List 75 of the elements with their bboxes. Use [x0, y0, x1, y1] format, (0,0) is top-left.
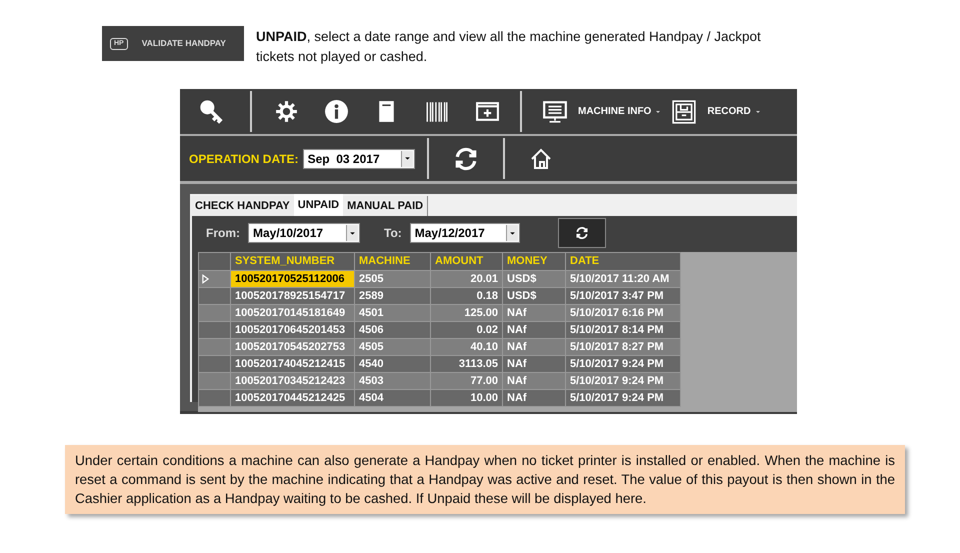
info-icon[interactable] [324, 99, 349, 124]
table-cell: 5/10/2017 3:47 PM [566, 288, 680, 304]
from-label: From: [206, 225, 240, 242]
dropdown-arrow-icon [349, 230, 356, 236]
dropdown-arrow-icon [404, 155, 411, 162]
table-cell: NAf [502, 356, 566, 372]
table-cell: 125.00 [430, 304, 502, 322]
column-header: SYSTEM_NUMBER [230, 252, 354, 270]
row-header[interactable] [198, 270, 230, 288]
tab[interactable]: UNPAID [294, 194, 344, 216]
dropdown-arrow-icon [508, 230, 516, 236]
settings-icon[interactable] [274, 99, 299, 124]
refresh-button[interactable] [558, 218, 606, 248]
table-cell: NAf [502, 372, 566, 390]
table-cell: 5/10/2017 9:24 PM [566, 372, 680, 390]
table-cell: 4504 [354, 390, 430, 406]
table-cell: 3113.05 [430, 356, 502, 372]
note-text: Under certain conditions a machine can also generate a Handpay when no ticket printer is installed or enabled. When the machine is reset a command is sent by the machine indicating that a Handpay was active and reset. The value of this payout is then shown in the Cashier application as a Handpay waiting to be cashed. If Unpaid these will be displayed here. [65, 445, 905, 514]
description-text: UNPAID, select a date range and view all the machine generated Handpay / Jackpot tickets not played or cashed. [256, 28, 762, 66]
tab[interactable]: CHECK HANDPAY [191, 196, 294, 216]
menu-item[interactable]: RECORD [707, 104, 751, 119]
table-cell: NAf [502, 304, 566, 322]
table-cell: 100520170525112006 [230, 270, 354, 288]
table-cell: 5/10/2017 11:20 AM [566, 270, 680, 288]
to-label: To: [384, 225, 402, 242]
column-header: DATE [566, 252, 680, 270]
caret-icon [754, 108, 761, 114]
column-header: MACHINE [354, 252, 430, 270]
table-cell: 2505 [354, 270, 430, 288]
table-cell: USD$ [502, 288, 566, 304]
from-date-field[interactable]: May/10/2017 [248, 223, 360, 243]
drawer-icon[interactable] [671, 98, 698, 124]
row-pointer-icon [201, 272, 210, 285]
button-label: VALIDATE HANDPAY [142, 37, 226, 50]
tab[interactable]: MANUAL PAID [343, 196, 428, 216]
table-cell: 4501 [354, 304, 430, 322]
table-cell: 100520174045212415 [230, 356, 354, 372]
table-cell: 5/10/2017 8:14 PM [566, 322, 680, 338]
table-cell: 100520170545202753 [230, 338, 354, 356]
operation-date-label: OPERATION DATE: [189, 150, 299, 168]
add-window-icon[interactable] [475, 99, 500, 124]
table-cell: 100520170145181649 [230, 304, 354, 322]
table-cell: NAf [502, 322, 566, 338]
refresh-icon [574, 226, 589, 240]
table-cell: 4505 [354, 338, 430, 356]
table-cell: 20.01 [430, 270, 502, 288]
home-icon[interactable] [528, 146, 553, 170]
table-cell: NAf [502, 338, 566, 356]
table-cell: 100520170345212423 [230, 372, 354, 390]
table-cell: 100520178925154717 [230, 288, 354, 304]
table-cell: 77.00 [430, 372, 502, 390]
table-cell: 0.18 [430, 288, 502, 304]
operation-date-field[interactable]: Sep 03 2017 [302, 148, 415, 168]
refresh-icon[interactable] [452, 146, 479, 172]
to-date-field[interactable]: May/12/2017 [410, 223, 520, 243]
column-header: AMOUNT [430, 252, 502, 270]
table-cell: 5/10/2017 9:24 PM [566, 390, 680, 406]
table-cell: 4540 [354, 356, 430, 372]
table-cell: 5/10/2017 8:27 PM [566, 338, 680, 356]
table-cell: 100520170645201453 [230, 322, 354, 338]
monitor-icon[interactable] [542, 98, 568, 124]
table-cell: USD$ [502, 270, 566, 288]
column-header: MONEY [502, 252, 566, 270]
table-cell: 5/10/2017 9:24 PM [566, 356, 680, 372]
caret-icon [655, 108, 662, 114]
table-cell: 4503 [354, 372, 430, 390]
menu-item[interactable]: MACHINE INFO [578, 104, 652, 119]
table-cell: NAf [502, 390, 566, 406]
table-cell: 10.00 [430, 390, 502, 406]
table-cell: 40.10 [430, 338, 502, 356]
table-cell: 5/10/2017 6:16 PM [566, 304, 680, 322]
table-cell: 100520170445212425 [230, 390, 354, 406]
table-cell: 2589 [354, 288, 430, 304]
table-cell: 0.02 [430, 322, 502, 338]
table-cell: 4506 [354, 322, 430, 338]
